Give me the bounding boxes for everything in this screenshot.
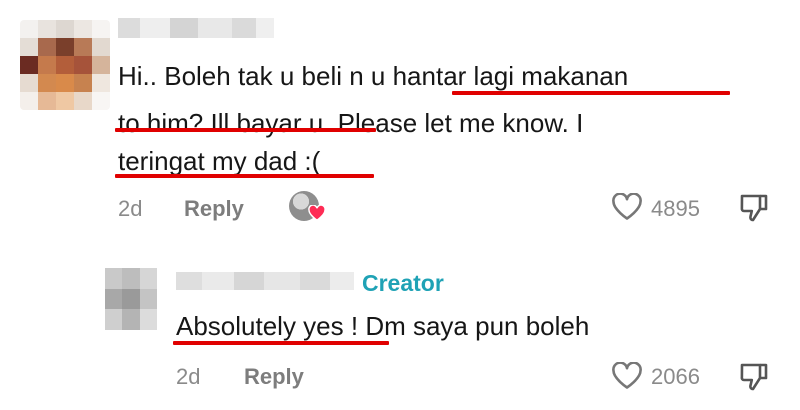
username-blurred[interactable] (118, 18, 274, 38)
reply-button[interactable]: Reply (184, 194, 244, 224)
underline-annotation (452, 91, 730, 95)
like-count: 4895 (651, 196, 700, 221)
reply-timestamp: 2d (176, 364, 201, 389)
dislike-icon[interactable] (738, 193, 770, 223)
reply-button[interactable]: Reply (244, 362, 304, 392)
underline-annotation (115, 128, 376, 132)
dislike-icon[interactable] (738, 362, 770, 392)
liked-heart-badge-icon (308, 205, 326, 221)
heart-outline-icon[interactable] (611, 193, 643, 221)
underline-annotation (115, 174, 374, 178)
avatar[interactable] (105, 268, 157, 330)
reply-text: Absolutely yes ! Dm saya pun boleh (176, 311, 590, 341)
like-count: 2066 (651, 364, 700, 389)
heart-outline-icon[interactable] (611, 362, 643, 390)
comment-timestamp: 2d (118, 196, 143, 221)
username-blurred[interactable] (176, 272, 354, 290)
avatar[interactable] (20, 20, 110, 110)
creator-badge: Creator (362, 270, 444, 296)
